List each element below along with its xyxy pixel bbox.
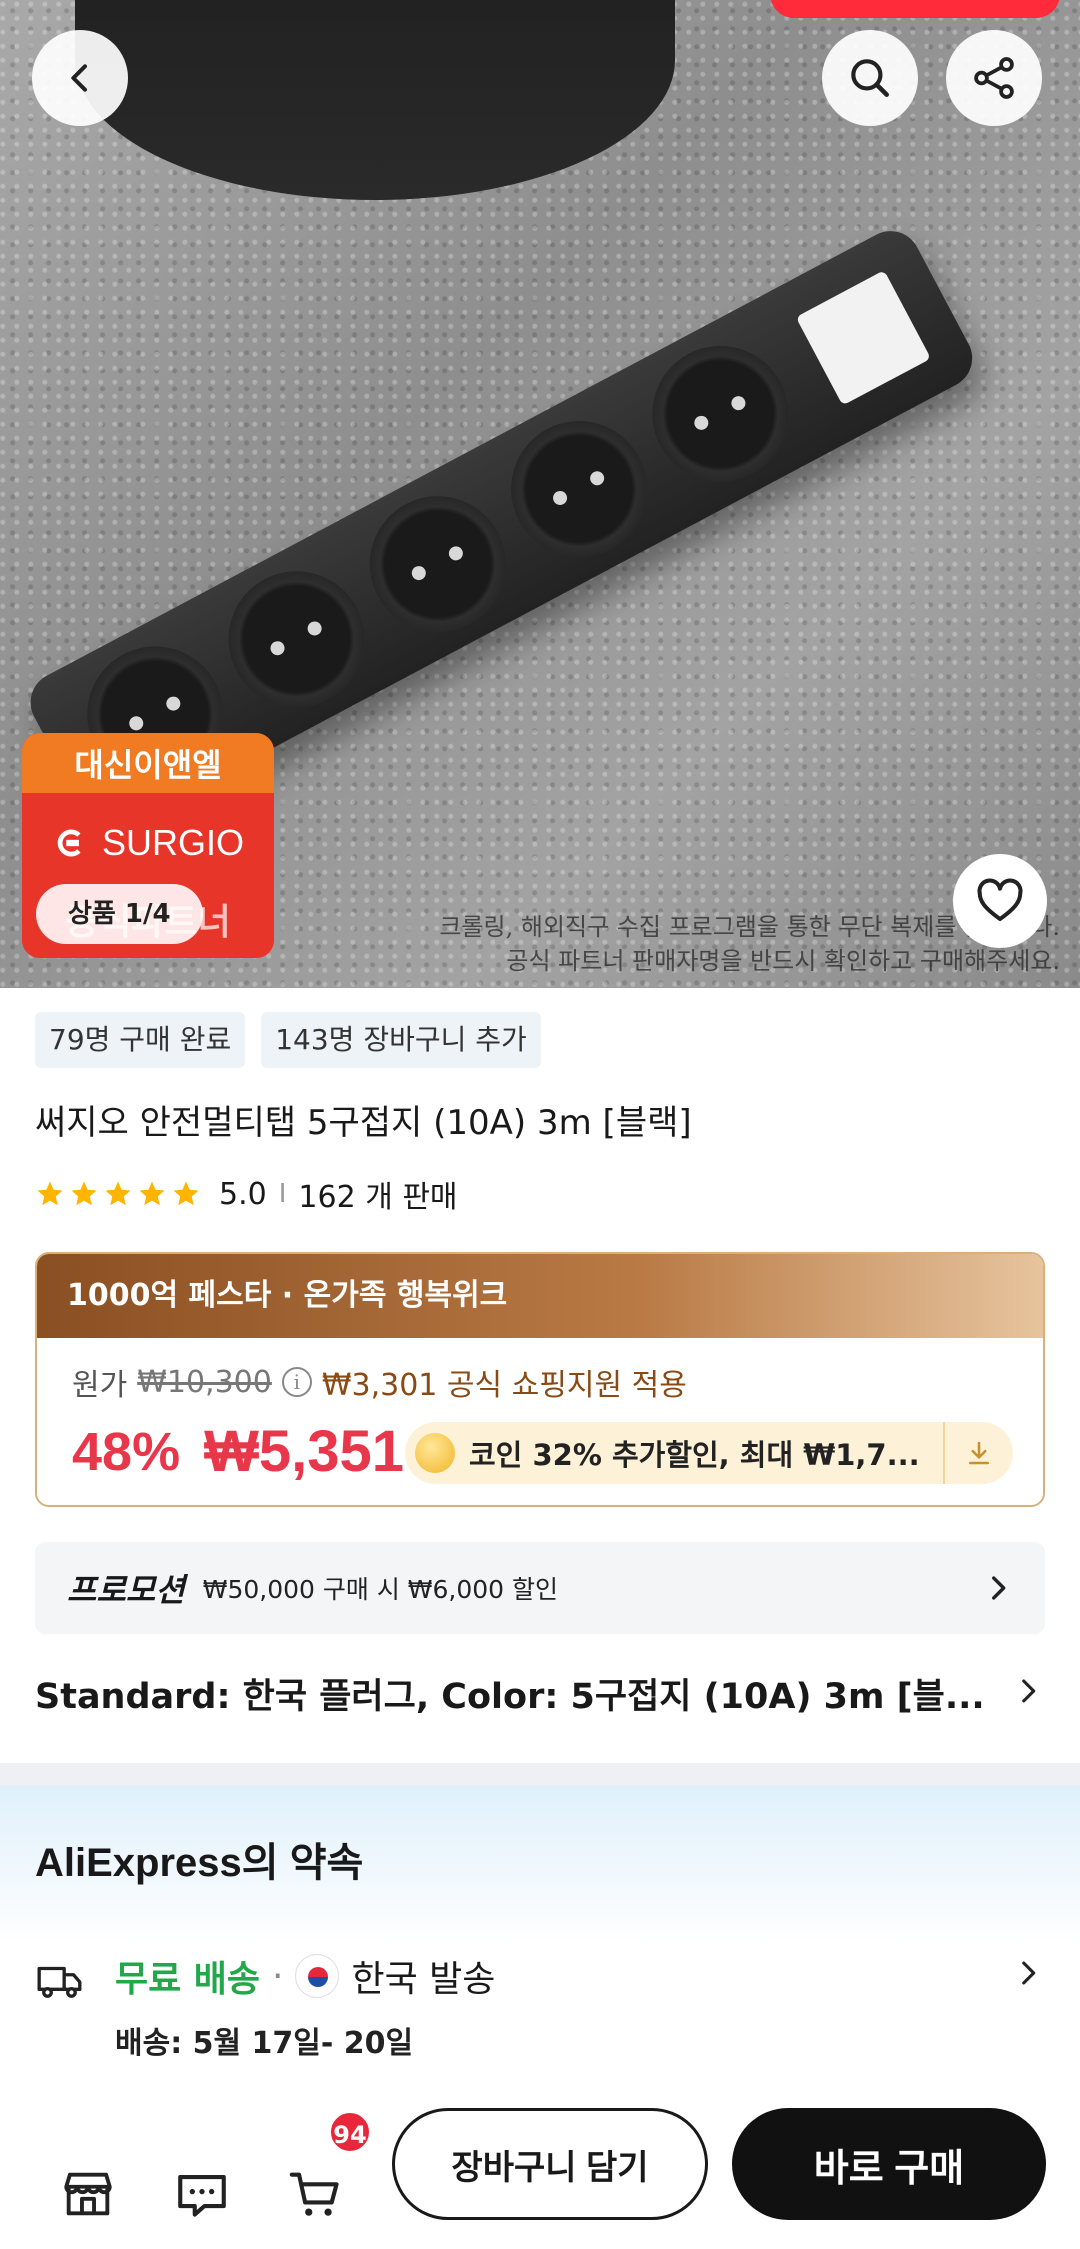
coin-discount-pill[interactable]: 코인 32% 추가할인, 최대 ₩1,7... bbox=[405, 1422, 1013, 1484]
wishlist-button[interactable] bbox=[953, 854, 1047, 948]
original-price: ₩10,300 bbox=[137, 1364, 272, 1400]
coin-discount-text: 코인 32% 추가할인, 최대 ₩1,7... bbox=[469, 1438, 920, 1472]
coin-download-button[interactable] bbox=[943, 1422, 1013, 1484]
product-page: 대신이앤엘 SURGIO 공식파트너 크롤링, 해외직구 수집 프로그램을 통한… bbox=[0, 0, 1080, 2249]
korea-flag-icon bbox=[295, 1954, 340, 1998]
section-divider bbox=[0, 1763, 1080, 1785]
brand-badge-top: 대신이앤엘 bbox=[22, 733, 274, 793]
sale-price: ₩5,351 bbox=[204, 1419, 404, 1484]
festival-banner: 1000억 페스타 · 온가족 행복위크 bbox=[37, 1254, 1043, 1338]
chevron-left-icon bbox=[71, 64, 87, 92]
image-counter: 상품 1/4 bbox=[36, 884, 203, 944]
promotion-row[interactable]: 프로모션 ₩50,000 구매 시 ₩6,000 할인 bbox=[35, 1542, 1045, 1634]
price-promo-card: 1000억 페스타 · 온가족 행복위크 원가 ₩10,300 i ₩3,301… bbox=[35, 1252, 1045, 1507]
shopping-support-text: ₩3,301 공식 쇼핑지원 적용 bbox=[321, 1368, 687, 1403]
star-icon bbox=[139, 1181, 165, 1206]
star-icon bbox=[37, 1181, 63, 1206]
cart-count-badge: 94 bbox=[328, 2110, 372, 2154]
product-image-gallery[interactable]: 대신이앤엘 SURGIO 공식파트너 크롤링, 해외직구 수집 프로그램을 통한… bbox=[0, 0, 1080, 988]
product-title: 써지오 안전멀티탭 5구접지 (10A) 3m [블랙] bbox=[35, 1103, 692, 1143]
top-promo-pill bbox=[770, 0, 1060, 18]
promotion-label: 프로모션 bbox=[67, 1571, 185, 1609]
purchased-count-tag: 79명 구매 완료 bbox=[35, 1012, 246, 1068]
star-icon bbox=[105, 1181, 131, 1206]
info-icon[interactable]: i bbox=[281, 1367, 312, 1397]
search-icon bbox=[851, 59, 889, 97]
variant-selector[interactable]: Standard: 한국 플러그, Color: 5구접지 (10A) 3m [… bbox=[35, 1668, 1045, 1719]
cart-added-count-tag: 143명 장바구니 추가 bbox=[261, 1012, 541, 1068]
promotion-desc: ₩50,000 구매 시 ₩6,000 할인 bbox=[202, 1575, 559, 1604]
store-button[interactable] bbox=[56, 2162, 120, 2226]
sold-count: 162 개 판매 bbox=[298, 1180, 458, 1215]
share-icon bbox=[974, 57, 1014, 99]
back-button[interactable] bbox=[32, 30, 128, 126]
star-icon bbox=[173, 1181, 199, 1206]
star-icon bbox=[71, 1181, 97, 1206]
shipping-row[interactable]: 무료 배송 · 한국 발송 배송: 5월 17일- 20일 bbox=[35, 1950, 1045, 2070]
rating-value: 5.0 bbox=[219, 1176, 267, 1212]
rating-separator: I bbox=[278, 1179, 287, 1209]
variant-text: Standard: 한국 플러그, Color: 5구접지 (10A) 3m [… bbox=[35, 1677, 985, 1717]
chevron-right-icon bbox=[992, 1576, 1006, 1600]
product-photo-background bbox=[75, 0, 675, 200]
social-proof-tags: 79명 구매 완료 143명 장바구니 추가 bbox=[35, 1012, 541, 1068]
surgio-logo-icon bbox=[57, 829, 81, 857]
share-button[interactable] bbox=[946, 30, 1042, 126]
coin-icon bbox=[415, 1433, 455, 1473]
rating-stars bbox=[35, 1179, 201, 1209]
free-shipping-label: 무료 배송 bbox=[115, 1959, 261, 2000]
delivery-date: 배송: 5월 17일- 20일 bbox=[115, 2026, 414, 2061]
chat-button[interactable] bbox=[170, 2162, 234, 2226]
price-row: 48% ₩5,351 bbox=[72, 1418, 404, 1485]
brand-name: SURGIO bbox=[101, 822, 244, 863]
search-button[interactable] bbox=[822, 30, 918, 126]
cart-button[interactable] bbox=[284, 2162, 348, 2226]
rating-row[interactable]: 5.0 I 162 개 판매 bbox=[35, 1172, 458, 1216]
truck-icon bbox=[37, 1966, 82, 1998]
heart-icon bbox=[977, 878, 1023, 922]
chat-icon bbox=[178, 2175, 226, 2217]
chevron-right-icon bbox=[1022, 1679, 1036, 1703]
cart-icon bbox=[289, 2172, 339, 2216]
store-icon bbox=[64, 2172, 112, 2216]
buy-now-button[interactable]: 바로 구매 bbox=[732, 2108, 1046, 2220]
ship-origin: 한국 발송 bbox=[351, 1959, 496, 2000]
promise-title: AliExpress의 약속 bbox=[35, 1841, 364, 1885]
add-to-cart-button[interactable]: 장바구니 담기 bbox=[392, 2108, 708, 2220]
original-price-label: 원가 bbox=[72, 1368, 128, 1403]
original-price-row: 원가 ₩10,300 i ₩3,301 공식 쇼핑지원 적용 bbox=[72, 1360, 687, 1404]
discount-percent: 48% bbox=[72, 1421, 181, 1482]
download-icon bbox=[969, 1441, 989, 1465]
chevron-right-icon bbox=[1022, 1961, 1036, 1985]
